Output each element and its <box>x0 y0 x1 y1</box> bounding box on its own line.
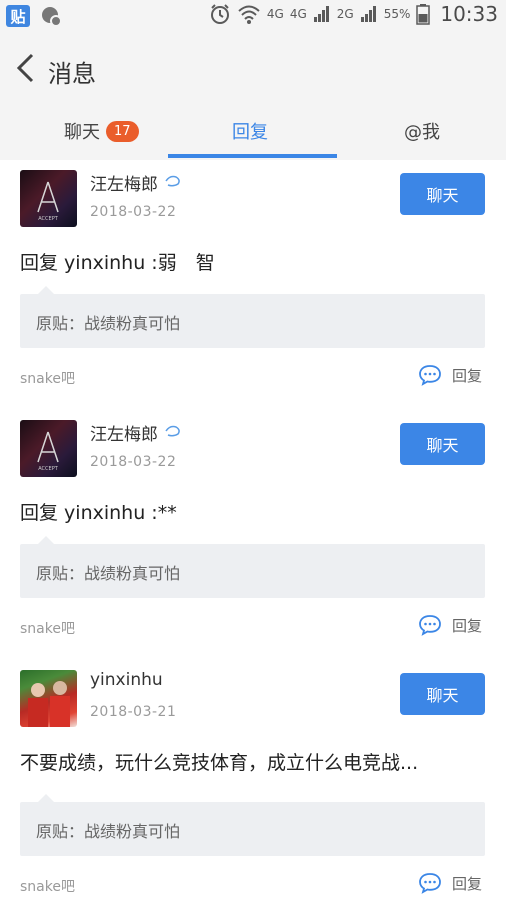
status-right: 4G 4G 2G 55% 10:33 <box>209 2 498 26</box>
original-post-text: 原贴：战绩粉真可怕 <box>36 314 181 333</box>
status-left: 贴 <box>6 5 62 27</box>
alarm-icon <box>210 4 229 24</box>
original-post-quote[interactable]: 原贴：战绩粉真可怕 <box>20 286 485 348</box>
reply-button[interactable]: 回复 <box>418 364 482 386</box>
avatar[interactable] <box>20 670 77 727</box>
reply-button[interactable]: 回复 <box>418 872 482 894</box>
reply-label: 回复 <box>452 874 483 893</box>
comment-icon <box>419 873 441 894</box>
message-card[interactable]: ACCEPT 汪左梅郎 2018-03-22 聊天 回复 yinxinhu :*… <box>0 410 506 660</box>
tieba-app-icon: 贴 <box>6 5 30 27</box>
tab-bar: 聊天 17 回复 @我 <box>0 104 506 160</box>
wifi-icon <box>238 5 260 24</box>
app-header: 消息 <box>0 34 506 104</box>
notification-icon <box>42 7 62 27</box>
signal-1-icon <box>313 6 329 22</box>
message-date: 2018-03-22 <box>90 204 177 220</box>
network-type: 4G <box>266 7 284 21</box>
forum-name[interactable]: snake吧 <box>20 876 75 896</box>
battery-percent: 55% <box>383 7 411 21</box>
reply-content[interactable]: 回复 yinxinhu :** <box>20 498 177 525</box>
status-time: 10:33 <box>440 2 498 26</box>
level-icon <box>164 174 182 192</box>
reply-label: 回复 <box>452 616 483 635</box>
message-date: 2018-03-22 <box>90 454 177 470</box>
original-post-text: 原贴：战绩粉真可怕 <box>36 822 181 841</box>
chat-button[interactable]: 聊天 <box>400 673 485 715</box>
username[interactable]: 汪左梅郎 <box>90 420 182 445</box>
message-card[interactable]: yinxinhu 2018-03-21 聊天 不要成绩，玩什么竞技体育，成立什么… <box>0 660 506 900</box>
reply-label: 回复 <box>452 366 483 385</box>
username-text: 汪左梅郎 <box>90 175 158 195</box>
chat-button[interactable]: 聊天 <box>400 173 485 215</box>
username-text: 汪左梅郎 <box>90 425 158 445</box>
original-post-text: 原贴：战绩粉真可怕 <box>36 564 181 583</box>
comment-icon <box>419 365 441 386</box>
avatar[interactable]: ACCEPT <box>20 170 77 227</box>
status-bar: 贴 4G 4G 2G 55% 10:33 <box>0 0 506 34</box>
svg-text:ACCEPT: ACCEPT <box>38 466 58 472</box>
unread-badge: 17 <box>106 120 139 142</box>
original-post-quote[interactable]: 原贴：战绩粉真可怕 <box>20 794 485 856</box>
active-tab-indicator <box>168 154 337 158</box>
reply-content[interactable]: 回复 yinxinhu :弱 智 <box>20 248 215 275</box>
username-text: yinxinhu <box>90 670 163 690</box>
svg-text:ACCEPT: ACCEPT <box>38 216 58 222</box>
level-icon <box>164 424 182 442</box>
reply-content[interactable]: 不要成绩，玩什么竞技体育，成立什么电竞战... <box>20 748 418 775</box>
message-date: 2018-03-21 <box>90 704 177 720</box>
message-card[interactable]: ACCEPT 汪左梅郎 2018-03-22 聊天 回复 yinxinhu :弱… <box>0 160 506 410</box>
comment-icon <box>419 615 441 636</box>
avatar[interactable]: ACCEPT <box>20 420 77 477</box>
page-title: 消息 <box>48 60 96 88</box>
signal-1-label: 4G <box>289 7 307 21</box>
battery-icon <box>416 4 431 25</box>
tab-chat-label: 聊天 <box>64 122 100 143</box>
original-post-quote[interactable]: 原贴：战绩粉真可怕 <box>20 536 485 598</box>
tab-chat[interactable]: 聊天 17 <box>64 118 139 144</box>
forum-name[interactable]: snake吧 <box>20 368 75 388</box>
username[interactable]: 汪左梅郎 <box>90 170 182 195</box>
chat-button[interactable]: 聊天 <box>400 423 485 465</box>
signal-2-icon <box>360 6 376 22</box>
tab-at-me[interactable]: @我 <box>404 118 440 144</box>
reply-button[interactable]: 回复 <box>418 614 482 636</box>
signal-2-label: 2G <box>336 7 354 21</box>
tab-reply[interactable]: 回复 <box>232 118 268 144</box>
username[interactable]: yinxinhu <box>90 670 163 690</box>
forum-name[interactable]: snake吧 <box>20 618 75 638</box>
back-arrow-icon[interactable] <box>12 52 42 84</box>
